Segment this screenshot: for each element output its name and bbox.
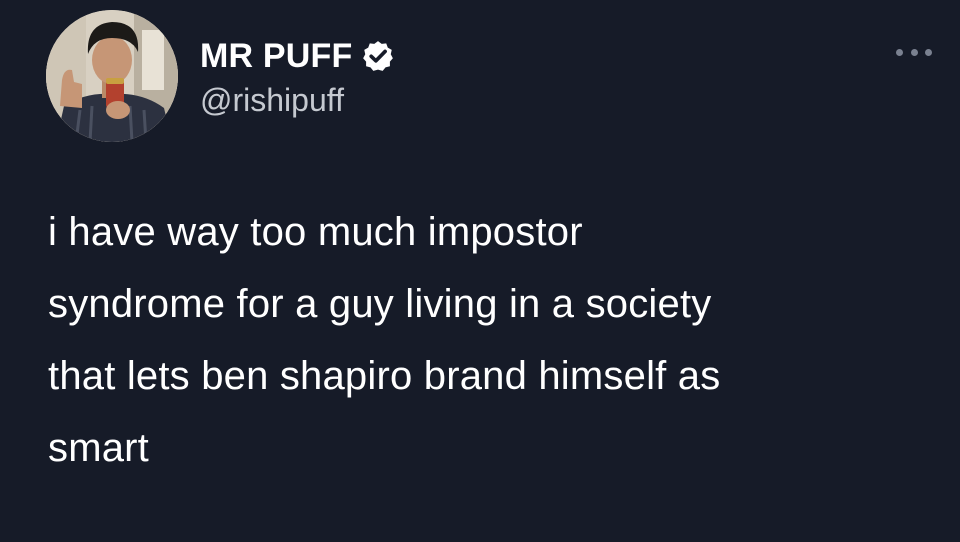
more-dot-icon — [910, 48, 918, 56]
tweet-card: MR PUFF @rishipuff i have way too much i… — [0, 0, 960, 542]
more-dot-icon — [896, 48, 903, 56]
verified-badge-icon — [361, 39, 395, 73]
user-handle[interactable]: @rishipuff — [200, 80, 395, 120]
more-options-icon[interactable] — [896, 44, 932, 60]
more-dot-icon — [925, 48, 932, 56]
display-name-row: MR PUFF — [200, 34, 395, 78]
tweet-header: MR PUFF @rishipuff — [200, 34, 395, 120]
avatar[interactable] — [46, 10, 178, 142]
avatar-photo — [46, 10, 178, 142]
display-name[interactable]: MR PUFF — [200, 34, 353, 78]
tweet-text: i have way too much impostor syndrome fo… — [48, 210, 721, 470]
